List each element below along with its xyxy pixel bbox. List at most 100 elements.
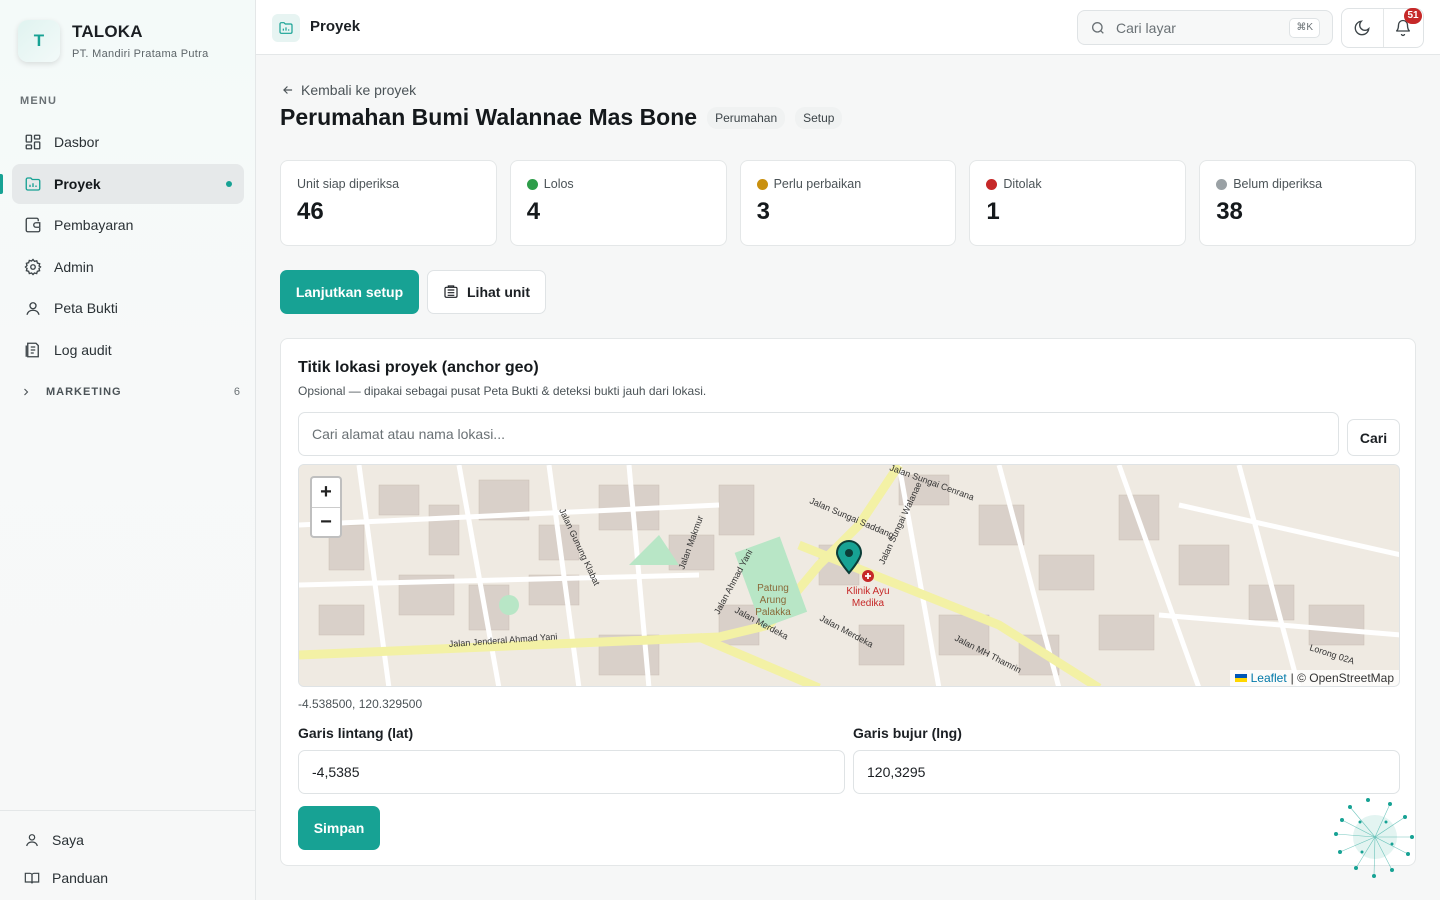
brand[interactable]: T TALOKA PT. Mandiri Pratama Putra: [18, 20, 209, 62]
address-search-input[interactable]: Cari alamat atau nama lokasi...: [298, 412, 1339, 456]
map-poi-label: Patung: [757, 583, 789, 594]
folder-chart-icon: [272, 14, 300, 42]
map-poi-label: Klinik Ayu: [846, 586, 889, 597]
continue-setup-button[interactable]: Lanjutkan setup: [280, 270, 419, 314]
stat-label: Lolos: [543, 177, 574, 191]
lat-label: Garis lintang (lat): [298, 725, 414, 741]
group-label: MARKETING: [46, 386, 122, 398]
sidebar-item-label: Saya: [52, 832, 84, 848]
stat-value: 1: [986, 198, 1000, 225]
gear-icon: [24, 257, 42, 275]
view-units-label: Lihat unit: [467, 284, 530, 300]
wallet-icon: [25, 217, 41, 233]
sidebar-item-label: Pembayaran: [54, 217, 134, 233]
building-icon: [444, 285, 458, 298]
coordinates-readout: -4.538500, 120.329500: [298, 697, 423, 711]
sidebar-item-saya[interactable]: Saya: [0, 821, 255, 859]
sidebar-item-peta-bukti[interactable]: Peta Bukti: [12, 288, 244, 328]
leaflet-link[interactable]: Leaflet: [1251, 671, 1287, 685]
lng-input[interactable]: 120,3295: [853, 750, 1400, 794]
stat-card-lolos: Lolos 4: [509, 160, 727, 246]
page-title: Perumahan Bumi Walannae Mas Bone: [280, 104, 698, 130]
sidebar-item-label: Log audit: [54, 341, 112, 358]
stat-card-ditolak: Ditolak 1: [969, 160, 1187, 246]
lat-input[interactable]: -4,5385: [298, 750, 845, 794]
arrow-left-icon: [283, 86, 293, 94]
stat-value: 46: [297, 198, 324, 225]
sidebar-item-label: Dasbor: [54, 134, 100, 150]
status-dot: [526, 178, 538, 190]
address-search-button[interactable]: Cari: [1347, 419, 1400, 456]
search-icon: [1092, 21, 1104, 34]
stat-label: Ditolak: [1003, 177, 1042, 191]
map-poi-label: Medika: [852, 598, 885, 609]
stat-label: Perlu perbaikan: [773, 177, 862, 191]
sidebar: T TALOKA PT. Mandiri Pratama Putra MENU …: [0, 0, 256, 900]
search-shortcut: ⌘K: [1289, 18, 1320, 38]
log-icon: [25, 342, 39, 357]
status-pill: Setup: [795, 106, 843, 129]
menu-label: MENU: [20, 95, 58, 107]
sidebar-item-panduan[interactable]: Panduan: [0, 859, 255, 897]
map-tiles: Jalan Jenderal Ahmad Yani Jalan Ahmad Ya…: [299, 465, 1399, 686]
company-name: PT. Mandiri Pratama Putra: [72, 48, 209, 60]
sidebar-item-label: Peta Bukti: [54, 300, 118, 316]
sidebar-group-marketing[interactable]: MARKETING 6: [20, 386, 240, 398]
location-map[interactable]: Jalan Jenderal Ahmad Yani Jalan Ahmad Ya…: [298, 464, 1400, 687]
zoom-in-button[interactable]: +: [312, 478, 340, 507]
book-icon: [24, 872, 40, 884]
zoom-out-button[interactable]: −: [312, 507, 340, 536]
notifications-button[interactable]: 51: [1382, 8, 1424, 47]
chevron-right-icon: [24, 388, 29, 396]
status-dot: [986, 178, 998, 190]
sidebar-item-pembayaran[interactable]: Pembayaran: [12, 205, 244, 245]
group-count: 6: [233, 386, 240, 398]
stat-value: 4: [526, 198, 541, 225]
map-pin-user-icon: [26, 302, 40, 315]
sidebar-footer: Saya Panduan: [0, 810, 255, 897]
address-search-placeholder: Cari alamat atau nama lokasi...: [312, 426, 505, 442]
geo-anchor-panel: Titik lokasi proyek (anchor geo) Opsiona…: [280, 338, 1416, 866]
stat-value: 38: [1216, 198, 1243, 225]
topbar-actions: 51: [1341, 8, 1424, 48]
theme-toggle-button[interactable]: [1342, 9, 1383, 47]
topbar: Proyek Cari layar ⌘K 51: [256, 0, 1440, 55]
sidebar-item-admin[interactable]: Admin: [12, 247, 244, 287]
view-units-button[interactable]: Lihat unit: [427, 270, 546, 314]
stat-label: Belum diperiksa: [1233, 177, 1323, 191]
map-poi-label: Palakka: [755, 607, 791, 618]
notification-badge: 51: [1404, 8, 1422, 24]
panel-description: Opsional — dipakai sebagai pusat Peta Bu…: [298, 384, 707, 398]
stat-card-belum-diperiksa: Belum diperiksa 38: [1199, 160, 1416, 246]
panel-title: Titik lokasi proyek (anchor geo): [298, 359, 539, 376]
sidebar-item-log-audit[interactable]: Log audit: [12, 330, 244, 370]
global-search[interactable]: Cari layar ⌘K: [1077, 10, 1333, 45]
sidebar-nav: Dasbor Proyek Pembayaran Admin Peta Bukt…: [0, 122, 244, 371]
status-dot: [1216, 178, 1228, 190]
tag-pill: Perumahan: [707, 106, 786, 129]
lat-value: -4,5385: [312, 764, 360, 780]
title-row: Perumahan Bumi Walannae Mas Bone Perumah…: [280, 104, 843, 131]
map-zoom-control: + −: [310, 476, 342, 538]
decorative-network-graphic: [1334, 798, 1414, 878]
osm-attribution: | © OpenStreetMap: [1290, 671, 1394, 685]
save-button[interactable]: Simpan: [298, 806, 380, 850]
stat-label: Unit siap diperiksa: [297, 177, 400, 191]
sidebar-item-dasbor[interactable]: Dasbor: [12, 122, 244, 162]
brand-logo: T: [18, 20, 60, 62]
back-link-label: Kembali ke proyek: [301, 82, 417, 98]
back-link[interactable]: Kembali ke proyek: [281, 82, 416, 98]
map-attribution: Leaflet | © OpenStreetMap: [1229, 670, 1399, 686]
lng-label: Garis bujur (lng): [853, 725, 962, 741]
lng-value: 120,3295: [867, 764, 926, 780]
status-dot: [756, 178, 768, 190]
active-indicator-dot: [226, 180, 232, 187]
sidebar-item-label: Panduan: [52, 870, 109, 886]
sidebar-item-proyek[interactable]: Proyek: [0, 163, 244, 204]
map-poi-label: Arung: [760, 595, 787, 606]
sidebar-item-label: Proyek: [54, 175, 101, 192]
page-section-title: Proyek: [310, 18, 361, 35]
stat-card-unit-siap: Unit siap diperiksa 46: [280, 160, 497, 246]
stat-card-perlu-perbaikan: Perlu perbaikan 3: [739, 160, 957, 246]
sidebar-item-label: Admin: [54, 258, 94, 275]
